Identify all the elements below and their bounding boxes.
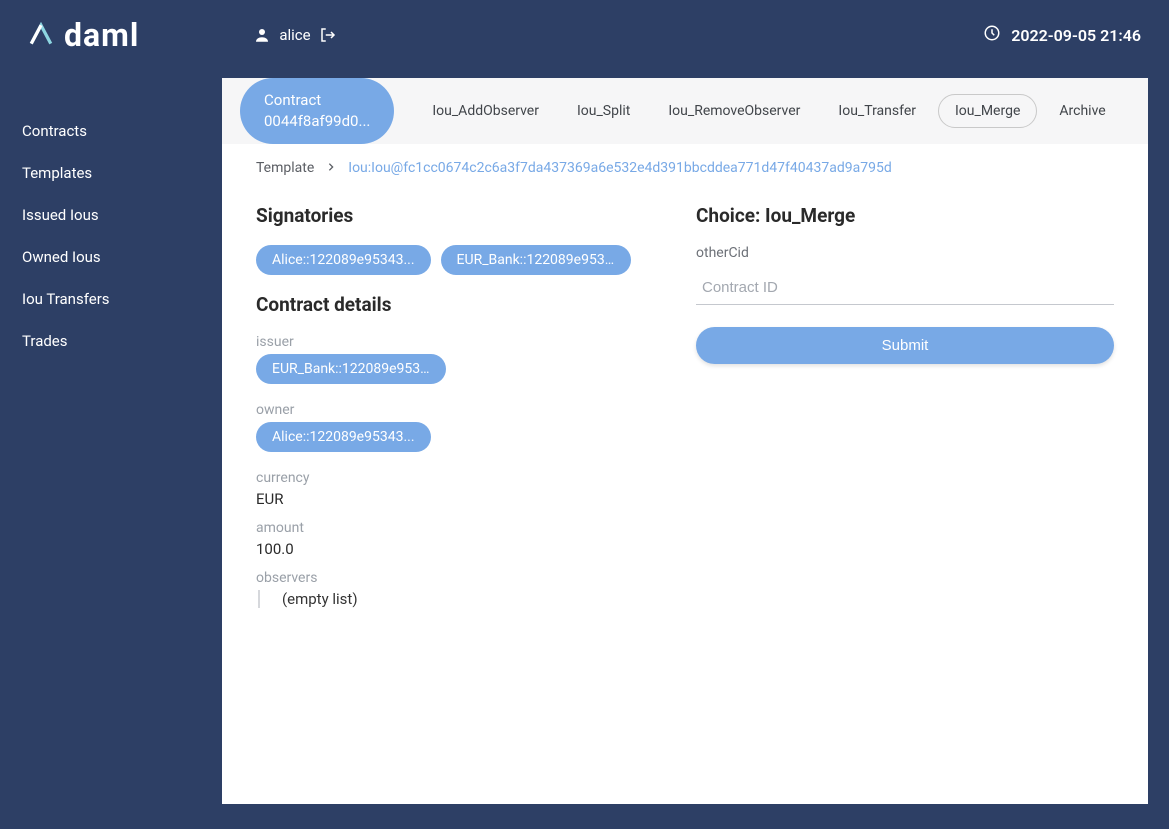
tab-contract-primary[interactable]: Contract 0044f8af99d0... — [240, 78, 394, 144]
col-right: Choice: Iou_Merge otherCid Submit — [696, 204, 1114, 786]
brand-logo: daml — [28, 16, 139, 54]
breadcrumb: Template Iou:Iou@fc1cc0674c2c6a3f7da4373… — [222, 144, 1148, 186]
user-name: alice — [279, 26, 310, 44]
user-icon — [253, 26, 271, 44]
field-value-currency: EUR — [256, 490, 636, 508]
sidebar: Contracts Templates Issued Ious Owned Io… — [0, 78, 222, 829]
field-label-observers: observers — [256, 570, 636, 586]
sidebar-item-trades[interactable]: Trades — [0, 320, 222, 362]
user-section: alice — [253, 26, 336, 44]
field-value-amount: 100.0 — [256, 540, 636, 558]
signatory-chip-1[interactable]: EUR_Bank::122089e95343... — [441, 245, 631, 275]
field-label-othercid: otherCid — [696, 245, 1114, 261]
othercid-input[interactable] — [696, 271, 1114, 305]
tab-iou-transfer[interactable]: Iou_Transfer — [822, 95, 932, 127]
breadcrumb-root: Template — [256, 160, 314, 176]
main-panel: Contract 0044f8af99d0... Iou_AddObserver… — [222, 78, 1148, 804]
owner-chip[interactable]: Alice::122089e95343... — [256, 422, 431, 452]
choice-title: Choice: Iou_Merge — [696, 204, 1114, 227]
field-label-issuer: issuer — [256, 334, 636, 350]
col-left: Signatories Alice::122089e95343... EUR_B… — [256, 204, 636, 786]
sidebar-item-owned-ious[interactable]: Owned Ious — [0, 236, 222, 278]
content: Signatories Alice::122089e95343... EUR_B… — [222, 186, 1148, 804]
contract-details-title: Contract details — [256, 293, 636, 316]
tab-bar: Contract 0044f8af99d0... Iou_AddObserver… — [222, 78, 1148, 144]
clock-icon — [983, 24, 1001, 46]
signatories-chips: Alice::122089e95343... EUR_Bank::122089e… — [256, 245, 636, 275]
field-label-amount: amount — [256, 520, 636, 536]
observers-empty: (empty list) — [258, 590, 636, 608]
signatories-title: Signatories — [256, 204, 636, 227]
chevron-right-icon — [326, 160, 336, 176]
issuer-chip[interactable]: EUR_Bank::122089e95343... — [256, 354, 446, 384]
field-label-currency: currency — [256, 470, 636, 486]
tab-iou-merge[interactable]: Iou_Merge — [938, 94, 1037, 128]
submit-button[interactable]: Submit — [696, 327, 1114, 364]
signatory-chip-0[interactable]: Alice::122089e95343... — [256, 245, 431, 275]
brand-name: daml — [64, 16, 139, 54]
logout-icon[interactable] — [319, 26, 337, 44]
sidebar-item-issued-ious[interactable]: Issued Ious — [0, 194, 222, 236]
tab-iou-addobserver[interactable]: Iou_AddObserver — [416, 95, 555, 127]
tab-iou-removeobserver[interactable]: Iou_RemoveObserver — [652, 95, 816, 127]
clock: 2022-09-05 21:46 — [983, 24, 1141, 46]
field-label-owner: owner — [256, 402, 636, 418]
logo-mark-icon — [28, 22, 54, 48]
tab-iou-split[interactable]: Iou_Split — [561, 95, 646, 127]
topbar: daml alice — [0, 0, 1169, 78]
sidebar-item-templates[interactable]: Templates — [0, 152, 222, 194]
tab-primary-line1: Contract — [264, 90, 370, 111]
tab-primary-line2: 0044f8af99d0... — [264, 111, 370, 132]
sidebar-item-iou-transfers[interactable]: Iou Transfers — [0, 278, 222, 320]
breadcrumb-template-link[interactable]: Iou:Iou@fc1cc0674c2c6a3f7da437369a6e532e… — [348, 160, 891, 176]
tab-archive[interactable]: Archive — [1043, 95, 1121, 127]
sidebar-item-contracts[interactable]: Contracts — [0, 110, 222, 152]
clock-time: 2022-09-05 21:46 — [1011, 26, 1141, 45]
